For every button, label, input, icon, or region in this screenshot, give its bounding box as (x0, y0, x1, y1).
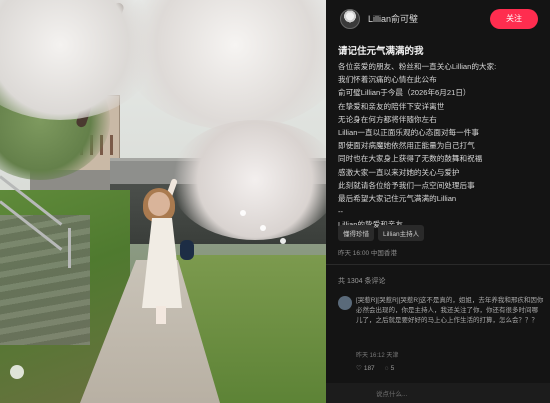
note-line: 感激大家一直以来对她的关心与爱护 (338, 167, 460, 177)
comment-input[interactable]: 说点什么... (376, 388, 407, 398)
note-line: 最后希望大家记住元气满满的Lillian (338, 194, 457, 204)
person-bag (180, 240, 194, 260)
commenter-avatar[interactable] (338, 296, 352, 310)
reply-button[interactable]: ◌ 5 (385, 364, 395, 372)
comment-actions: ♡ 187 ◌ 5 (356, 364, 395, 373)
note-line: 即使面对病魔她依然用正能量为自己打气 (338, 141, 475, 151)
note-line: 俞可璧Lillian于今晨（2026年6月21日） (338, 88, 471, 98)
comment-text: [哭惹R][哭惹R][哭惹R]这不是真的，姐姐，去年养我和邢疚和因你必然会出现的… (356, 297, 544, 324)
author-bar: Lillian俞可璧 关注 (326, 0, 550, 38)
note-line: Lillian一直以正面乐观的心态面对每一件事 (338, 128, 479, 138)
person-legs (156, 306, 166, 324)
reply-count: 5 (390, 364, 395, 372)
note-line: 此刻就请各位给予我们一点空间处理后事 (338, 180, 475, 190)
note-tags: 懂得珍惜 Lillian主持人 (338, 225, 425, 241)
note-line: 在挚爱和亲友的陪伴下安详离世 (338, 101, 445, 111)
photo-person (138, 178, 198, 328)
person-dress (142, 218, 182, 308)
photo-petal (280, 238, 286, 244)
note-line: -- (338, 207, 344, 217)
photo-railing-post (68, 228, 71, 268)
photo-petal (260, 225, 266, 231)
note-line: 无论身在何方都将伴随你左右 (338, 114, 437, 124)
photo-petal (10, 365, 24, 379)
note-meta: 昨天 16:00 中国香港 (338, 250, 397, 257)
like-count: 187 (363, 364, 375, 372)
note-line: 各位亲爱的朋友、粉丝和一直关心Lillian的大家: (338, 62, 497, 71)
heart-icon: ♡ (356, 365, 362, 372)
note-title: 请记住元气满满的我 (338, 46, 424, 57)
comment-meta: 昨天 16:12 天津 (356, 353, 399, 359)
comment-count: 共 1304 条评论 (338, 278, 386, 285)
divider (326, 264, 550, 265)
follow-button[interactable]: 关注 (490, 9, 538, 29)
note-body: 各位亲爱的朋友、粉丝和一直关心Lillian的大家: 我们怀着沉痛的心情在此公布… (338, 60, 544, 232)
note-line: 我们怀着沉痛的心情在此公布 (338, 75, 437, 85)
tag-chip[interactable]: Lillian主持人 (378, 225, 425, 241)
tag-chip[interactable]: 懂得珍惜 (338, 225, 374, 241)
like-button[interactable]: ♡ 187 (356, 364, 375, 373)
comment-input-bar[interactable]: 说点什么... (326, 383, 550, 403)
photo-petal (240, 210, 246, 216)
note-detail-panel: Lillian俞可璧 关注 请记住元气满满的我 各位亲爱的朋友、粉丝和一直关心L… (326, 0, 550, 403)
author-avatar[interactable] (340, 9, 360, 29)
note-photo[interactable] (0, 0, 326, 403)
author-name[interactable]: Lillian俞可璧 (368, 12, 418, 25)
person-head (148, 192, 170, 216)
note-line: 同时也在大家身上获得了无数的鼓舞和祝福 (338, 154, 483, 164)
chat-bubble-icon: ◌ (384, 364, 389, 372)
